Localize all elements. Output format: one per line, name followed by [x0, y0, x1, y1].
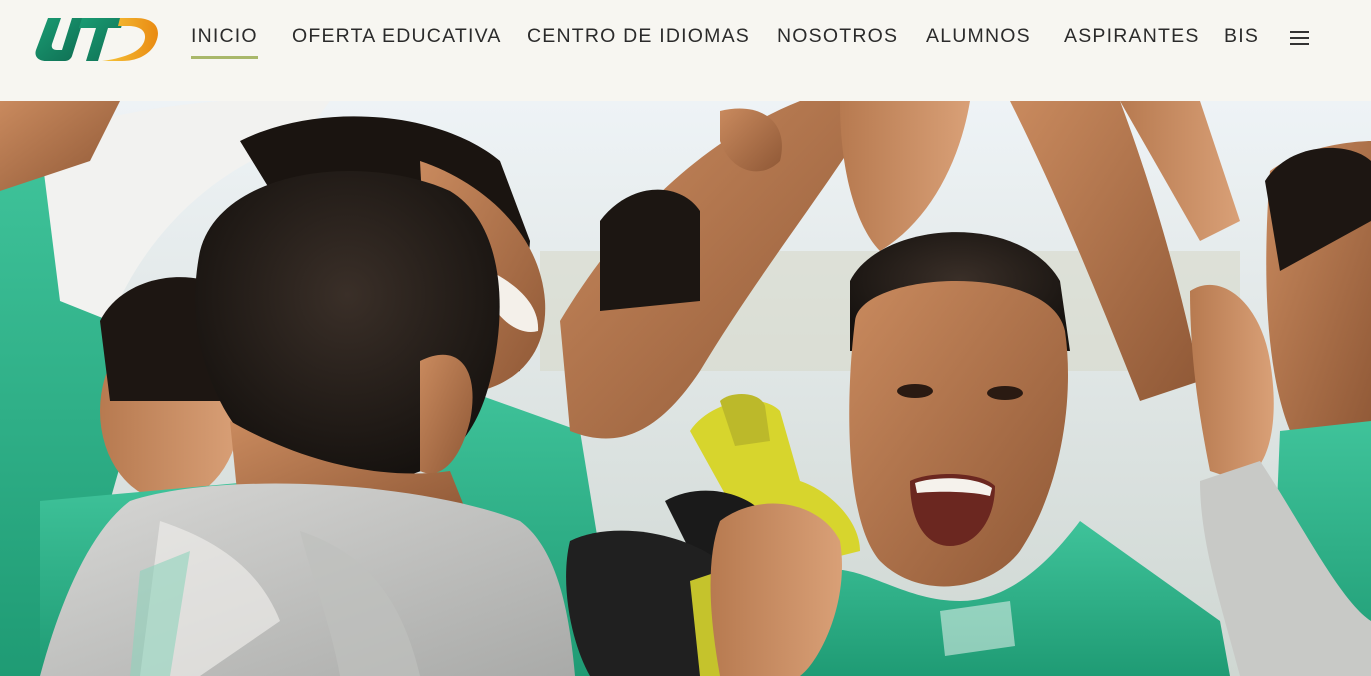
nav-item-centro-de-idiomas[interactable]: CENTRO DE IDIOMAS: [527, 24, 750, 48]
nav-item-inicio[interactable]: INICIO: [191, 24, 258, 59]
nav-item-alumnos[interactable]: ALUMNOS: [926, 24, 1031, 48]
nav-item-nosotros[interactable]: NOSOTROS: [777, 24, 898, 48]
site-header: INICIO OFERTA EDUCATIVA CENTRO DE IDIOMA…: [0, 0, 1371, 101]
celebrating-team-photo: [0, 101, 1371, 676]
nav-item-oferta-educativa[interactable]: OFERTA EDUCATIVA: [292, 24, 502, 48]
hero-banner-image: [0, 101, 1371, 676]
nav-item-aspirantes[interactable]: ASPIRANTES: [1064, 24, 1200, 48]
nav-item-bis[interactable]: BIS: [1224, 24, 1259, 48]
ut-logo[interactable]: [32, 14, 160, 63]
hamburger-menu-icon[interactable]: [1290, 31, 1309, 47]
